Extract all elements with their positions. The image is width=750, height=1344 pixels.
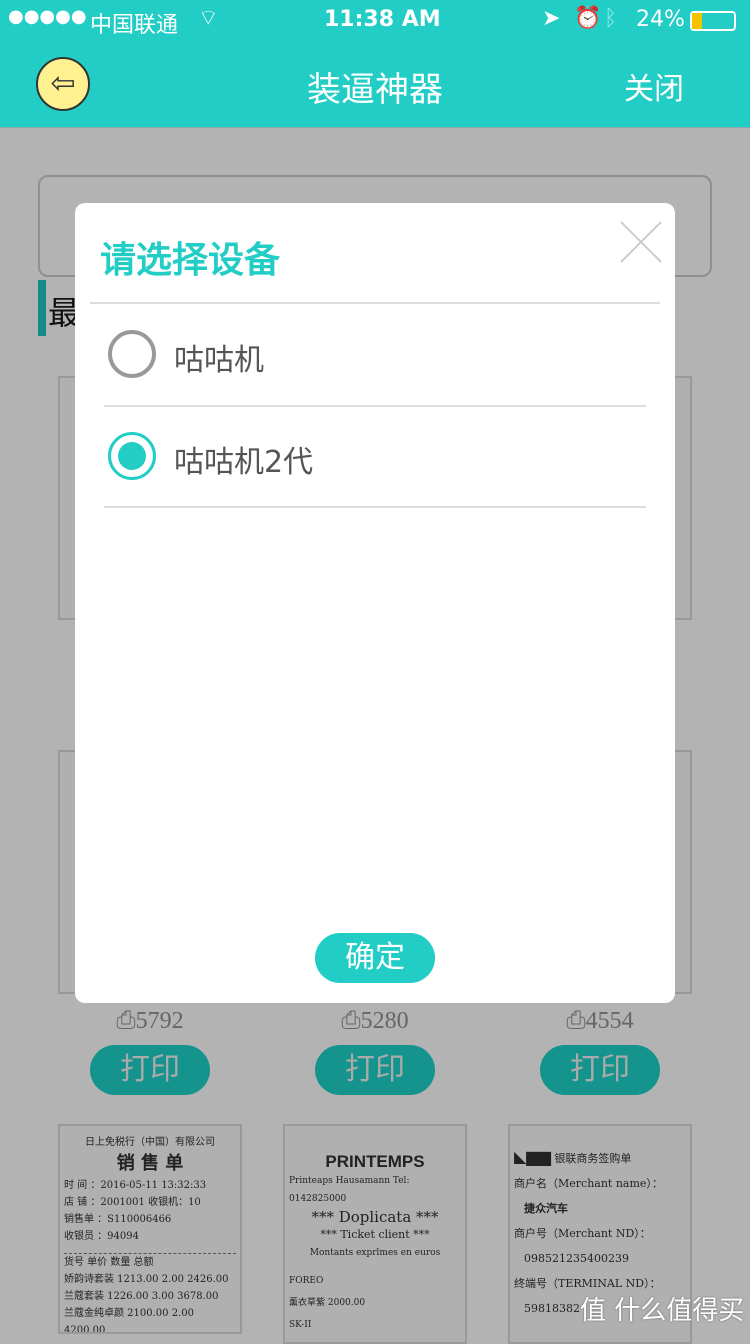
receipt-line: 兰蔻金纯卓颜 2100.00 2.00 4200.00 bbox=[64, 1308, 194, 1334]
status-bar: ●●●●● 中国联通 ⌔ 11:38 AM ➤ ⏰ ᛒ 24% bbox=[0, 0, 750, 40]
nav-bar: ⇦ 装逼神器 关闭 bbox=[0, 40, 750, 128]
receipt-line: 098521235400239 bbox=[524, 1252, 629, 1265]
print-button[interactable]: 打印 bbox=[540, 1045, 660, 1095]
carrier: 中国联通 bbox=[90, 13, 179, 38]
device-select-dialog: 请选择设备 咕咕机 咕咕机2代 确定 bbox=[75, 203, 675, 1003]
signal-strength: ●●●●● bbox=[8, 6, 87, 27]
close-button[interactable]: 关闭 bbox=[624, 64, 684, 108]
print-count: ⎙4554 bbox=[566, 1008, 634, 1034]
receipt-line: 商户号（Merchant ND）： bbox=[514, 1227, 651, 1240]
receipt-line: 销售单 ：S110006466 bbox=[64, 1214, 172, 1225]
battery-percent: 24% bbox=[636, 7, 685, 32]
confirm-button[interactable]: 确定 bbox=[315, 933, 435, 983]
receipt-line: PRINTEMPS bbox=[325, 1152, 425, 1171]
receipt-line: Montants exprlmes en euros bbox=[309, 1248, 441, 1258]
receipt-line: *** Ticket client *** bbox=[320, 1228, 430, 1241]
receipt-line: 销 售 单 bbox=[116, 1153, 184, 1174]
close-icon[interactable] bbox=[620, 221, 662, 263]
receipt-line: 店 铺 ：2001001 收银机：10 bbox=[64, 1197, 201, 1208]
receipt-line: 时 间 ：2016-05-11 13:32:33 bbox=[64, 1180, 207, 1191]
section-marker bbox=[38, 280, 46, 336]
print-count: ⎙5280 bbox=[341, 1008, 409, 1034]
radio-selected[interactable] bbox=[108, 432, 156, 480]
option-label: 咕咕机 bbox=[174, 343, 264, 378]
alarm-icon: ⏰ bbox=[574, 6, 602, 31]
radio-unselected[interactable] bbox=[108, 330, 156, 378]
watermark: 值 什么值得买 bbox=[580, 1296, 745, 1326]
battery-icon bbox=[690, 11, 736, 31]
receipt-line: Printeaps Hausamann Tel: 0142825000 bbox=[289, 1176, 410, 1204]
printer-icon: ⎙ bbox=[566, 1008, 586, 1034]
print-button[interactable]: 打印 bbox=[315, 1045, 435, 1095]
device-option[interactable]: 咕咕机2代 bbox=[104, 407, 646, 507]
receipt-line: 货号 单价 数量 总额 bbox=[64, 1253, 236, 1271]
receipt-thumbnail[interactable]: PRINTEMPS Printeaps Hausamann Tel: 01428… bbox=[283, 1124, 467, 1344]
receipt-line: 捷众汽车 bbox=[524, 1202, 568, 1215]
receipt-thumbnail[interactable]: 日上免税行（中国）有限公司 销 售 单 时 间 ：2016-05-11 13:3… bbox=[58, 1124, 242, 1334]
receipt-line: 商户名（Merchant name）： bbox=[514, 1177, 663, 1190]
receipt-line: *** Doplicata *** bbox=[311, 1208, 439, 1226]
receipt-line: 兰蔻套装 1226.00 3.00 3678.00 bbox=[64, 1291, 219, 1302]
receipt-line: FOREO bbox=[289, 1276, 324, 1286]
clock: 11:38 AM bbox=[324, 7, 441, 32]
receipt-line: 收银员 ：94094 bbox=[64, 1231, 139, 1242]
dialog-title: 请选择设备 bbox=[100, 240, 281, 281]
print-button[interactable]: 打印 bbox=[90, 1045, 210, 1095]
bluetooth-icon: ᛒ bbox=[604, 6, 618, 31]
print-count: ⎙5792 bbox=[116, 1008, 184, 1034]
receipt-line: 薰衣草紫 2000.00 bbox=[289, 1298, 366, 1308]
device-option[interactable]: 咕咕机 bbox=[104, 305, 646, 407]
receipt-line: 日上免税行（中国）有限公司 bbox=[85, 1137, 215, 1148]
divider bbox=[90, 302, 660, 304]
receipt-line: ◣▆▆ 银联商务签购单 bbox=[514, 1147, 632, 1166]
receipt-line: SK-II bbox=[289, 1320, 312, 1330]
unionpay-logo: ◣▆▆ bbox=[514, 1147, 551, 1166]
receipt-line: 娇韵诗套装 1213.00 2.00 2426.00 bbox=[64, 1274, 229, 1285]
option-label: 咕咕机2代 bbox=[174, 445, 314, 480]
printer-icon: ⎙ bbox=[341, 1008, 361, 1034]
location-icon: ➤ bbox=[542, 6, 561, 31]
printer-icon: ⎙ bbox=[116, 1008, 136, 1034]
divider bbox=[104, 506, 646, 508]
wifi-icon: ⌔ bbox=[198, 6, 219, 31]
